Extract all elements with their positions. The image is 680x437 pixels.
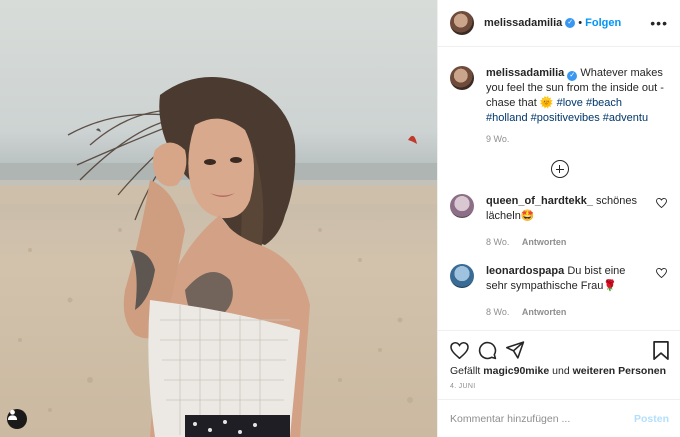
heart-icon[interactable] [656, 268, 667, 278]
post-image[interactable] [0, 0, 437, 437]
action-icons-row [450, 331, 669, 365]
header-username[interactable]: melissadamilia [484, 17, 562, 29]
reply-button[interactable]: Antworten [522, 237, 567, 247]
comment-bubble-icon[interactable] [478, 341, 497, 360]
caption-timestamp: 9 Wo. [486, 134, 510, 144]
comment-input[interactable]: Kommentar hinzufügen ... [450, 413, 570, 425]
verified-badge-icon: ✓ [567, 71, 578, 81]
comment-timestamp: 8 Wo. [486, 237, 510, 247]
comment-meta: 8 Wo. Antworten [486, 305, 646, 320]
verified-badge-icon: ✓ [565, 18, 576, 28]
post-comment-button[interactable]: Posten [634, 413, 669, 425]
plus-circle-icon [550, 160, 569, 178]
sun-emoji: 🌞 [539, 97, 554, 109]
comment-item: leonardospapa Du bist eine sehr sympathi… [450, 264, 669, 320]
post-detail-panel: melissadamilia ✓ • Folgen ••• melissadam… [437, 0, 680, 437]
comment-meta: 8 Wo. Antworten [486, 235, 646, 250]
likes-summary: Gefällt magic90mike und weiteren Persone… [450, 365, 669, 377]
more-horizontal-icon[interactable]: ••• [650, 15, 668, 31]
caption-text: melissadamilia ✓ Whatever makes you feel … [486, 66, 666, 126]
share-paper-plane-icon[interactable] [506, 341, 525, 359]
tagged-users-button[interactable] [7, 409, 27, 429]
avatar[interactable] [450, 66, 474, 90]
comments-section: melissadamilia ✓ Whatever makes you feel … [438, 47, 680, 330]
heart-icon[interactable] [656, 198, 667, 208]
beach-portrait-illustration [0, 77, 437, 437]
avatar[interactable] [450, 194, 474, 218]
comment-item: queen_of_hardtekk_ schönes lächeln🤩 8 Wo… [450, 194, 669, 250]
likes-conjunction: und [552, 365, 570, 377]
caption: melissadamilia ✓ Whatever makes you feel … [450, 66, 669, 126]
avatar[interactable] [450, 11, 474, 35]
post-date: 4. JUNI [450, 383, 476, 390]
add-comment-bar: Kommentar hinzufügen ... Posten [438, 399, 680, 437]
comment-body: queen_of_hardtekk_ schönes lächeln🤩 8 Wo… [486, 194, 646, 250]
bookmark-icon[interactable] [653, 340, 669, 360]
rose-emoji: 🌹 [603, 280, 618, 292]
avatar[interactable] [450, 264, 474, 288]
comment-username[interactable]: queen_of_hardtekk_ [486, 195, 593, 207]
person-icon [7, 409, 18, 420]
star-struck-emoji: 🤩 [520, 210, 535, 222]
comment-timestamp: 8 Wo. [486, 307, 510, 317]
reply-button[interactable]: Antworten [522, 307, 567, 317]
comment-body: leonardospapa Du bist eine sehr sympathi… [486, 264, 646, 320]
caption-username[interactable]: melissadamilia [486, 67, 564, 79]
like-heart-icon[interactable] [450, 341, 469, 359]
post-header: melissadamilia ✓ • Folgen ••• [438, 0, 680, 47]
likes-prefix: Gefällt [450, 365, 481, 377]
liker-username[interactable]: magic90mike [483, 365, 549, 377]
separator-dot: • [578, 17, 583, 29]
follow-button[interactable]: Folgen [585, 17, 621, 29]
post-actions: Gefällt magic90mike und weiteren Persone… [438, 330, 680, 395]
comment-username[interactable]: leonardospapa [486, 265, 564, 277]
load-more-comments-button[interactable] [450, 160, 669, 178]
other-likers-link[interactable]: weiteren Personen [573, 365, 666, 377]
